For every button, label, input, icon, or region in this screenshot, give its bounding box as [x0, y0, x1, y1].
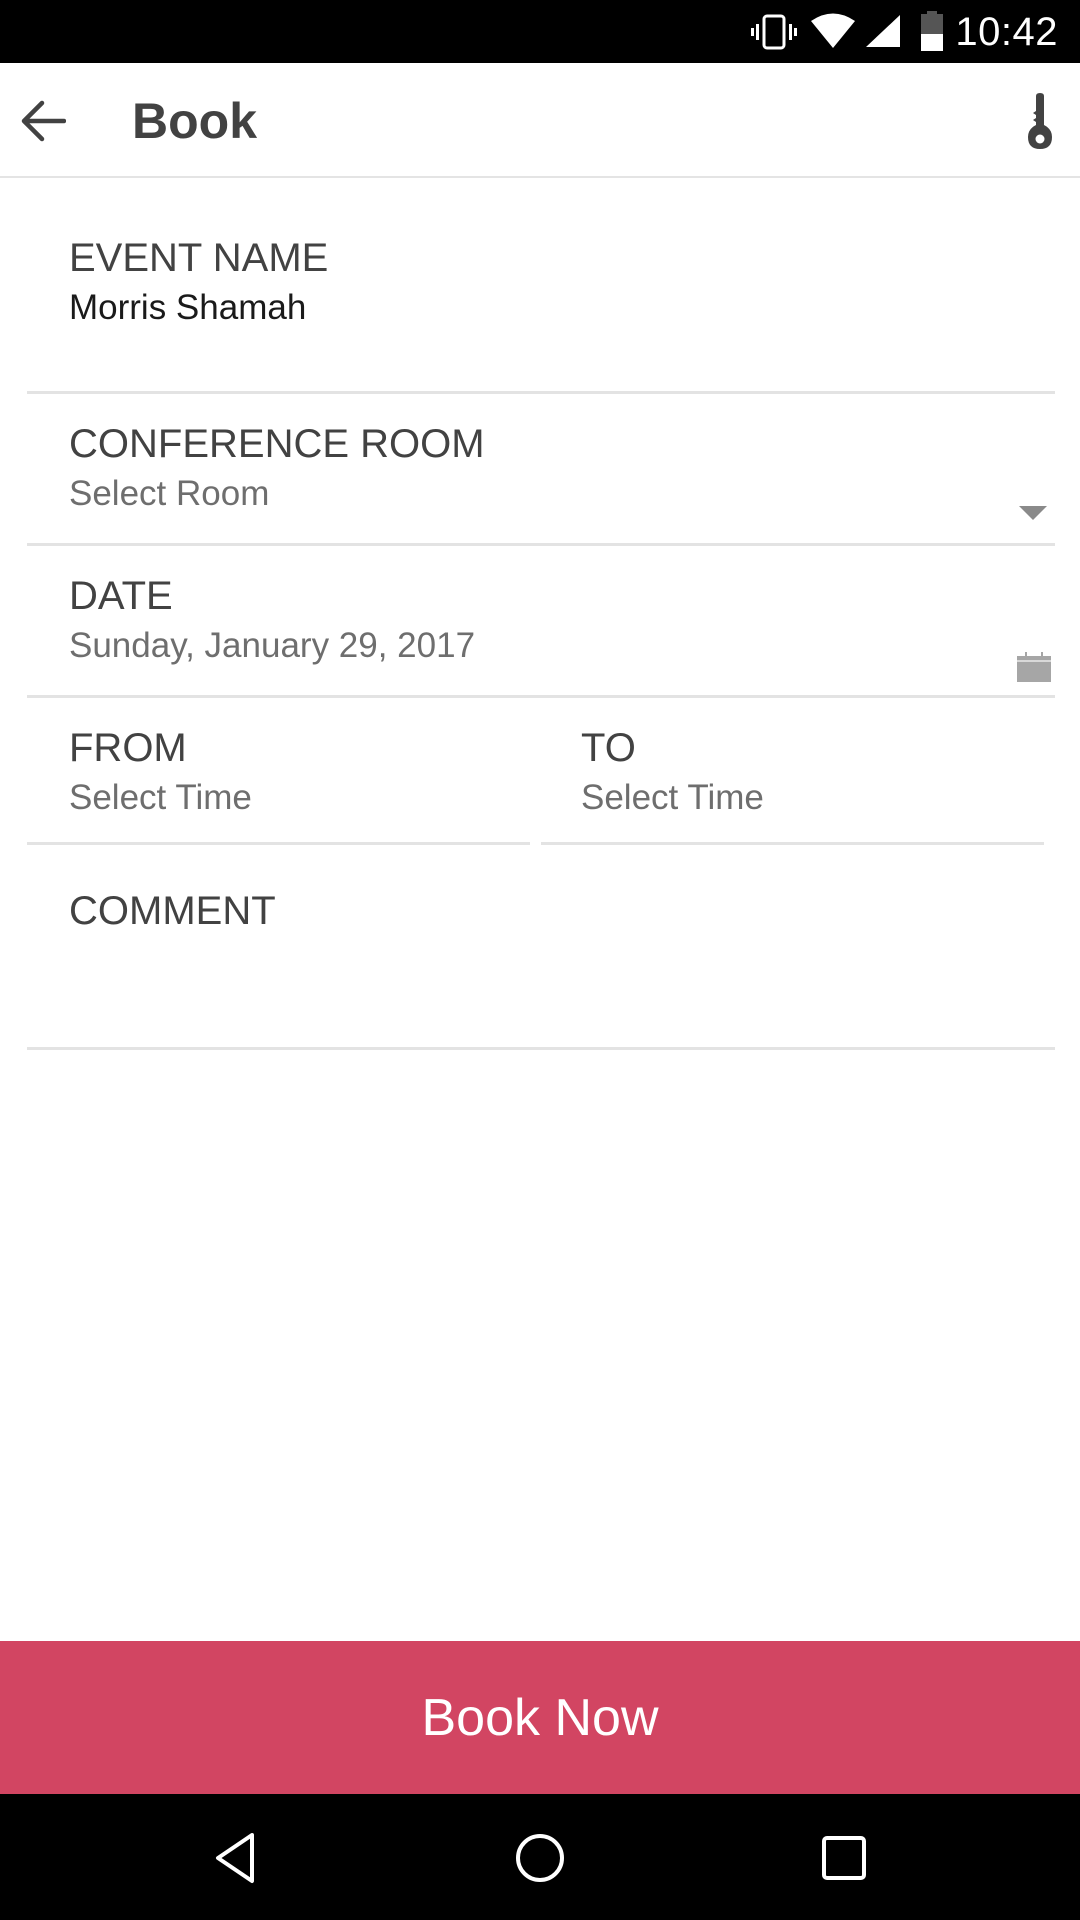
- event-name-field[interactable]: EVENT NAME Morris Shamah: [27, 178, 1055, 394]
- vibrate-icon: [751, 14, 797, 50]
- nav-recents-button[interactable]: [808, 1822, 880, 1894]
- conference-room-field[interactable]: CONFERENCE ROOM Select Room: [27, 394, 1055, 546]
- arrow-back-icon: [21, 100, 66, 142]
- to-label: TO: [581, 726, 636, 770]
- back-triangle-icon: [216, 1833, 254, 1883]
- status-bar: 10:42: [0, 0, 1080, 63]
- date-value[interactable]: Sunday, January 29, 2017: [69, 624, 475, 668]
- wifi-icon: [811, 13, 855, 48]
- from-label: FROM: [69, 726, 187, 770]
- app-bar: Book: [0, 63, 1080, 178]
- from-time-field[interactable]: FROM Select Time: [27, 698, 530, 845]
- to-time-select[interactable]: Select Time: [581, 776, 764, 820]
- battery-icon: [921, 11, 943, 51]
- date-field[interactable]: DATE Sunday, January 29, 2017: [27, 546, 1055, 698]
- date-label: DATE: [69, 574, 173, 618]
- divider: [27, 1047, 1055, 1050]
- cell-signal-icon: [866, 15, 900, 47]
- calendar-icon[interactable]: [1017, 652, 1051, 682]
- key-icon: [1028, 93, 1052, 149]
- comment-label: COMMENT: [69, 889, 276, 933]
- from-time-select[interactable]: Select Time: [69, 776, 252, 820]
- dropdown-arrow-icon[interactable]: [1019, 506, 1047, 520]
- nav-back-button[interactable]: [200, 1822, 272, 1894]
- navigation-bar: [0, 1794, 1080, 1920]
- home-circle-icon: [516, 1834, 564, 1882]
- nav-home-button[interactable]: [504, 1822, 576, 1894]
- to-time-field[interactable]: TO Select Time: [541, 698, 1044, 845]
- comment-input[interactable]: [69, 945, 1045, 1035]
- page-title: Book: [132, 93, 257, 149]
- book-now-button[interactable]: Book Now: [0, 1641, 1080, 1794]
- status-time: 10:42: [955, 10, 1058, 54]
- recents-square-icon: [822, 1836, 866, 1880]
- event-name-label: EVENT NAME: [69, 236, 329, 280]
- conference-room-label: CONFERENCE ROOM: [69, 422, 485, 466]
- key-button[interactable]: [1010, 87, 1070, 157]
- comment-field[interactable]: COMMENT: [27, 845, 1055, 1050]
- back-button[interactable]: [12, 91, 72, 151]
- conference-room-select[interactable]: Select Room: [69, 472, 269, 516]
- event-name-input[interactable]: Morris Shamah: [69, 286, 306, 330]
